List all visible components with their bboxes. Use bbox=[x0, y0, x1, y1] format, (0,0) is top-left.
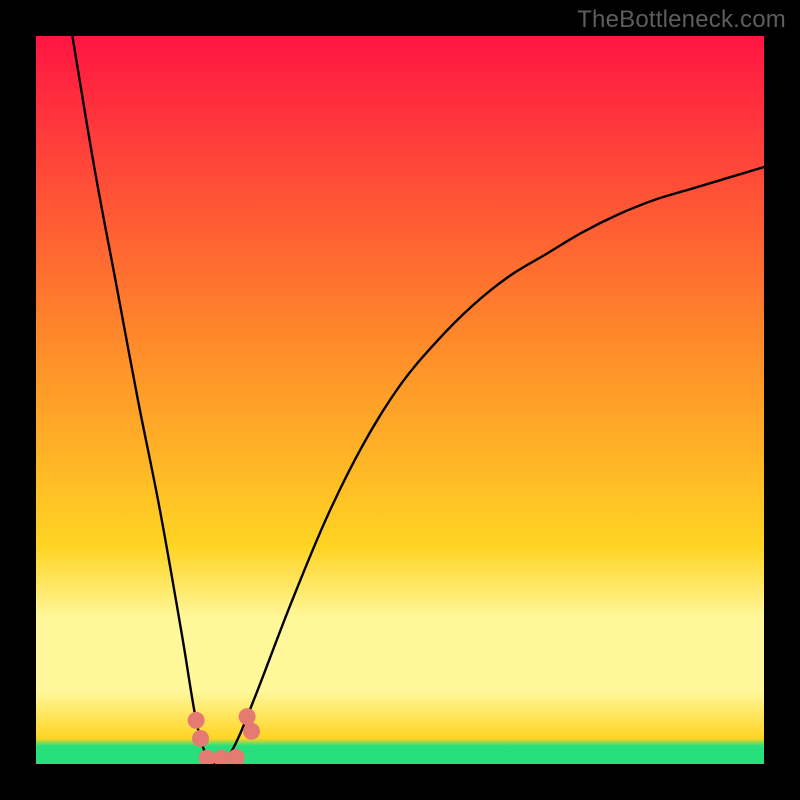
curve-layer bbox=[36, 36, 764, 764]
chart-frame: TheBottleneck.com bbox=[0, 0, 800, 800]
data-marker bbox=[188, 712, 205, 729]
data-marker bbox=[243, 723, 260, 740]
bottleneck-curve bbox=[72, 36, 764, 764]
marker-group bbox=[188, 708, 260, 764]
data-marker bbox=[213, 750, 230, 764]
plot-area bbox=[36, 36, 764, 764]
data-marker bbox=[192, 730, 209, 747]
data-marker bbox=[239, 708, 256, 725]
data-marker bbox=[199, 750, 216, 764]
watermark-text: TheBottleneck.com bbox=[577, 6, 786, 34]
